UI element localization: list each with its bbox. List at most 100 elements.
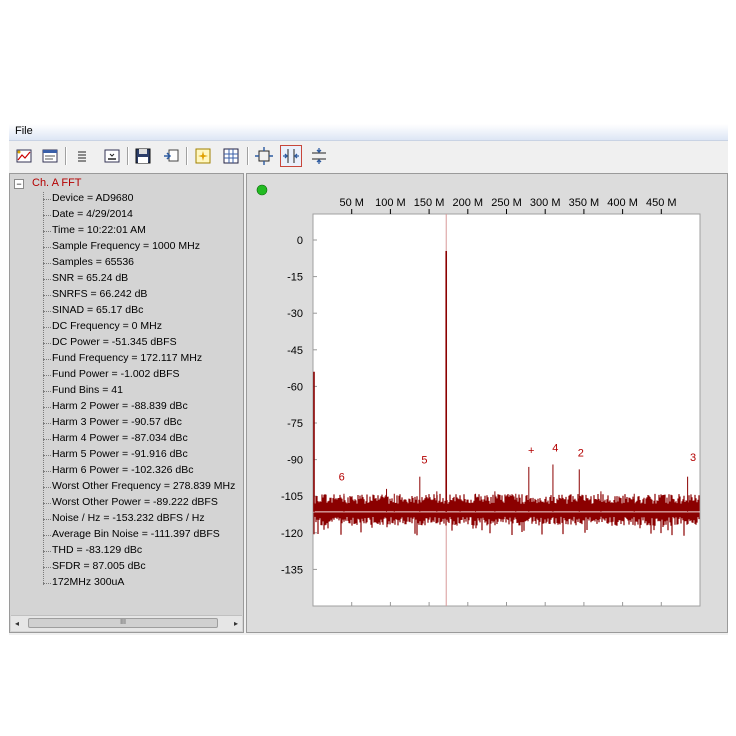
tree-connector: [43, 551, 51, 552]
x-tick-label: 400 M: [607, 197, 638, 209]
tree-connector: [43, 231, 51, 232]
tree-item-label: DC Power = -51.345 dBFS: [52, 336, 177, 348]
x-tick-label: 300 M: [530, 197, 561, 209]
tree-item-label: Harm 4 Power = -87.034 dBc: [52, 432, 188, 444]
tree-item-label: SINAD = 65.17 dBc: [52, 304, 144, 316]
x-tick-label: 50 M: [339, 197, 363, 209]
tree-item-label: Harm 6 Power = -102.326 dBc: [52, 464, 194, 476]
menu-bar: File: [9, 124, 728, 141]
tree-item-label: Harm 3 Power = -90.57 dBc: [52, 416, 182, 428]
tree-connector: [43, 279, 51, 280]
tree-item-label: DC Frequency = 0 MHz: [52, 320, 162, 332]
x-tick-label: 450 M: [646, 197, 677, 209]
harmonic-marker-label: 2: [578, 447, 584, 459]
y-tick-label: -75: [287, 418, 303, 430]
harmonic-marker-label: +: [528, 445, 534, 457]
application-window: File − Ch. A FFT Device = AD9680 Date = …: [9, 124, 728, 635]
tree-item-label: Fund Power = -1.002 dBFS: [52, 368, 180, 380]
tree-item-label: Date = 4/29/2014: [52, 208, 133, 220]
y-tick-label: -45: [287, 345, 303, 357]
fft-chart-panel: 50 M 100 M 150 M 200 M 250 M 300 M 350 M 400 M 4…: [246, 173, 728, 633]
x-tick-label: 150 M: [414, 197, 445, 209]
y-tick-label: -90: [287, 455, 303, 467]
grid-icon[interactable]: [221, 146, 241, 166]
chart-wizard-icon[interactable]: [14, 146, 34, 166]
scroll-right-arrow-icon[interactable]: ▸: [234, 619, 238, 628]
tree-connector: [43, 455, 51, 456]
tree-connector: [43, 295, 51, 296]
tree-connector: [43, 199, 51, 200]
window-icon[interactable]: [40, 146, 60, 166]
fft-chart[interactable]: 50 M 100 M 150 M 200 M 250 M 300 M 350 M 400 M 4…: [247, 174, 727, 632]
zoom-fit-icon[interactable]: [254, 146, 274, 166]
y-tick-label: -135: [281, 564, 303, 576]
harmonic-marker-label: 3: [690, 452, 696, 464]
tree-item-label: Sample Frequency = 1000 MHz: [52, 240, 200, 252]
tree-item-label: Fund Frequency = 172.117 MHz: [52, 352, 203, 364]
scroll-thumb[interactable]: III: [28, 618, 218, 628]
harmonic-marker-label: 5: [421, 455, 427, 467]
window-minimize-icon[interactable]: [102, 146, 122, 166]
tree-item-label: SNR = 65.24 dB: [52, 272, 129, 284]
save-icon[interactable]: [133, 146, 153, 166]
harmonic-marker-label: 6: [339, 472, 345, 484]
y-tick-label: -30: [287, 308, 303, 320]
tree-item-label: Harm 2 Power = -88.839 dBc: [52, 400, 188, 412]
tree-connector: [43, 487, 51, 488]
tree-item-label: SNRFS = 66.242 dB: [52, 288, 148, 300]
tree-connector: [43, 215, 51, 216]
import-icon[interactable]: [161, 146, 181, 166]
plot-area[interactable]: [312, 213, 701, 607]
tree-item-label: Device = AD9680: [52, 192, 134, 204]
x-tick-label: 250 M: [491, 197, 522, 209]
status-indicator: [256, 184, 268, 196]
tree-connector: [43, 263, 51, 264]
tree-connector: [43, 343, 51, 344]
tree-connector: [43, 439, 51, 440]
horizontal-zoom-icon[interactable]: [280, 145, 302, 167]
tree-connector: [43, 311, 51, 312]
y-tick-label: 0: [297, 235, 303, 247]
tree-connector: [43, 471, 51, 472]
tree-item-label: Noise / Hz = -153.232 dBFS / Hz: [52, 512, 205, 524]
tree-connector: [43, 192, 44, 585]
y-tick-label: -120: [281, 528, 303, 540]
result-tree[interactable]: − Ch. A FFT Device = AD9680 Date = 4/29/2…: [9, 173, 244, 633]
tree-connector: [43, 391, 51, 392]
tree-item-label: Worst Other Frequency = 278.839 MHz: [52, 480, 236, 492]
tree-connector: [43, 503, 51, 504]
tree-item-label: Samples = 65536: [52, 256, 135, 268]
collapse-icon[interactable]: −: [14, 179, 24, 189]
x-tick-label: 200 M: [453, 197, 484, 209]
tree-connector: [43, 567, 51, 568]
vertical-zoom-icon[interactable]: [309, 146, 329, 166]
tree-item-label: SFDR = 87.005 dBc: [52, 560, 146, 572]
tree-connector: [43, 535, 51, 536]
tree-connector: [43, 375, 51, 376]
tree-connector: [43, 359, 51, 360]
tree-item-label: Time = 10:22:01 AM: [52, 224, 146, 236]
tree-connector: [43, 423, 51, 424]
tree-connector: [43, 407, 51, 408]
tree-connector: [43, 327, 51, 328]
tree-item-label: 172MHz 300uA: [52, 576, 125, 588]
y-tick-label: -15: [287, 272, 303, 284]
x-tick-label: 100 M: [375, 197, 406, 209]
tree-connector: [43, 247, 51, 248]
tree-item-label: Fund Bins = 41: [52, 384, 123, 396]
menu-file[interactable]: File: [15, 125, 33, 137]
sparkle-icon[interactable]: [193, 146, 213, 166]
y-tick-label: -105: [281, 491, 303, 503]
tree-connector: [43, 519, 51, 520]
tree-item-label: Harm 5 Power = -91.916 dBc: [52, 448, 188, 460]
tree-root-label[interactable]: Ch. A FFT: [32, 177, 82, 189]
x-tick-label: 350 M: [569, 197, 600, 209]
harmonic-marker-label: 4: [552, 442, 558, 454]
horizontal-scrollbar[interactable]: ◂ III ▸: [11, 615, 242, 631]
tree-connector: [43, 583, 51, 584]
tree-item-label: Average Bin Noise = -111.397 dBFS: [52, 528, 220, 540]
tree-item-label: THD = -83.129 dBc: [52, 544, 143, 556]
tree-item-label: Worst Other Power = -89.222 dBFS: [52, 496, 218, 508]
scroll-left-arrow-icon[interactable]: ◂: [15, 619, 19, 628]
list-icon[interactable]: [72, 146, 92, 166]
